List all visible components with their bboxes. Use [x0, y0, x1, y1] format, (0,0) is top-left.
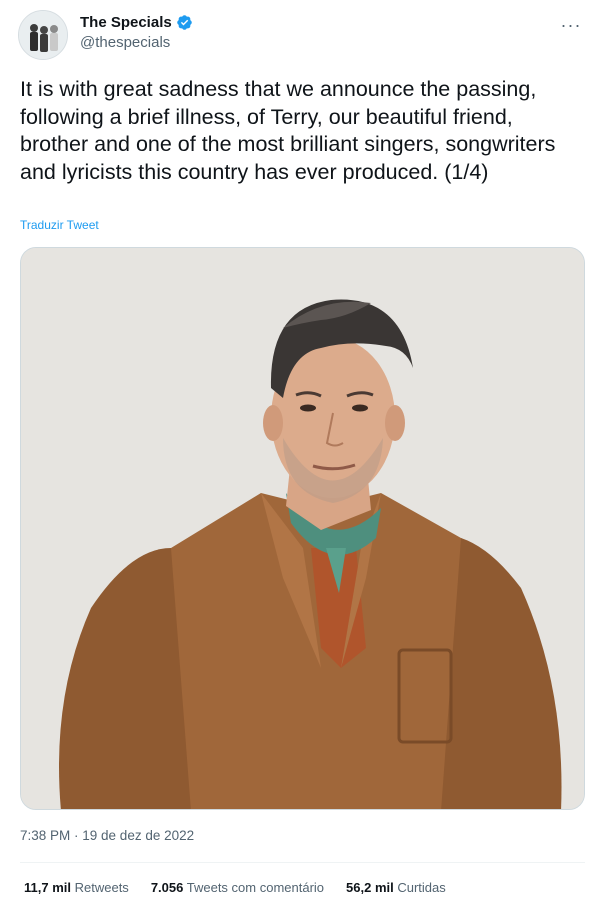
verified-badge-icon [176, 15, 192, 30]
likes-count: 56,2 mil [346, 880, 394, 895]
display-name[interactable]: The Specials [80, 14, 172, 31]
likes-label: Curtidas [397, 880, 446, 895]
retweets-stat[interactable]: 11,7 mil Retweets [24, 880, 129, 895]
display-name-row: The Specials [80, 14, 193, 31]
quote-tweets-label: Tweets com comentário [186, 880, 325, 895]
handle[interactable]: @thespecials [80, 34, 193, 51]
avatar[interactable] [18, 10, 68, 60]
tweet-header: The Specials @thespecials ··· [18, 10, 588, 62]
tweet-photo[interactable] [20, 247, 585, 810]
quote-tweets-stat[interactable]: 7.056 Tweets com comentário [151, 880, 324, 895]
more-horizontal-icon[interactable]: ··· [558, 12, 584, 38]
tweet-text: It is with great sadness that we announc… [20, 77, 556, 184]
author-names: The Specials @thespecials [80, 14, 193, 51]
retweets-count: 11,7 mil [24, 880, 71, 895]
divider [20, 862, 585, 863]
translate-tweet-link[interactable]: Traduzir Tweet [20, 218, 99, 232]
quote-tweets-count: 7.056 [150, 880, 184, 895]
tweet-stats: 11,7 mil Retweets 7.056 Tweets com comen… [24, 880, 468, 895]
tweet-timestamp[interactable]: 7:38 PM · 19 de dez de 2022 [20, 828, 194, 843]
retweets-label: Retweets [74, 880, 129, 895]
likes-stat[interactable]: 56,2 mil Curtidas [346, 880, 446, 895]
